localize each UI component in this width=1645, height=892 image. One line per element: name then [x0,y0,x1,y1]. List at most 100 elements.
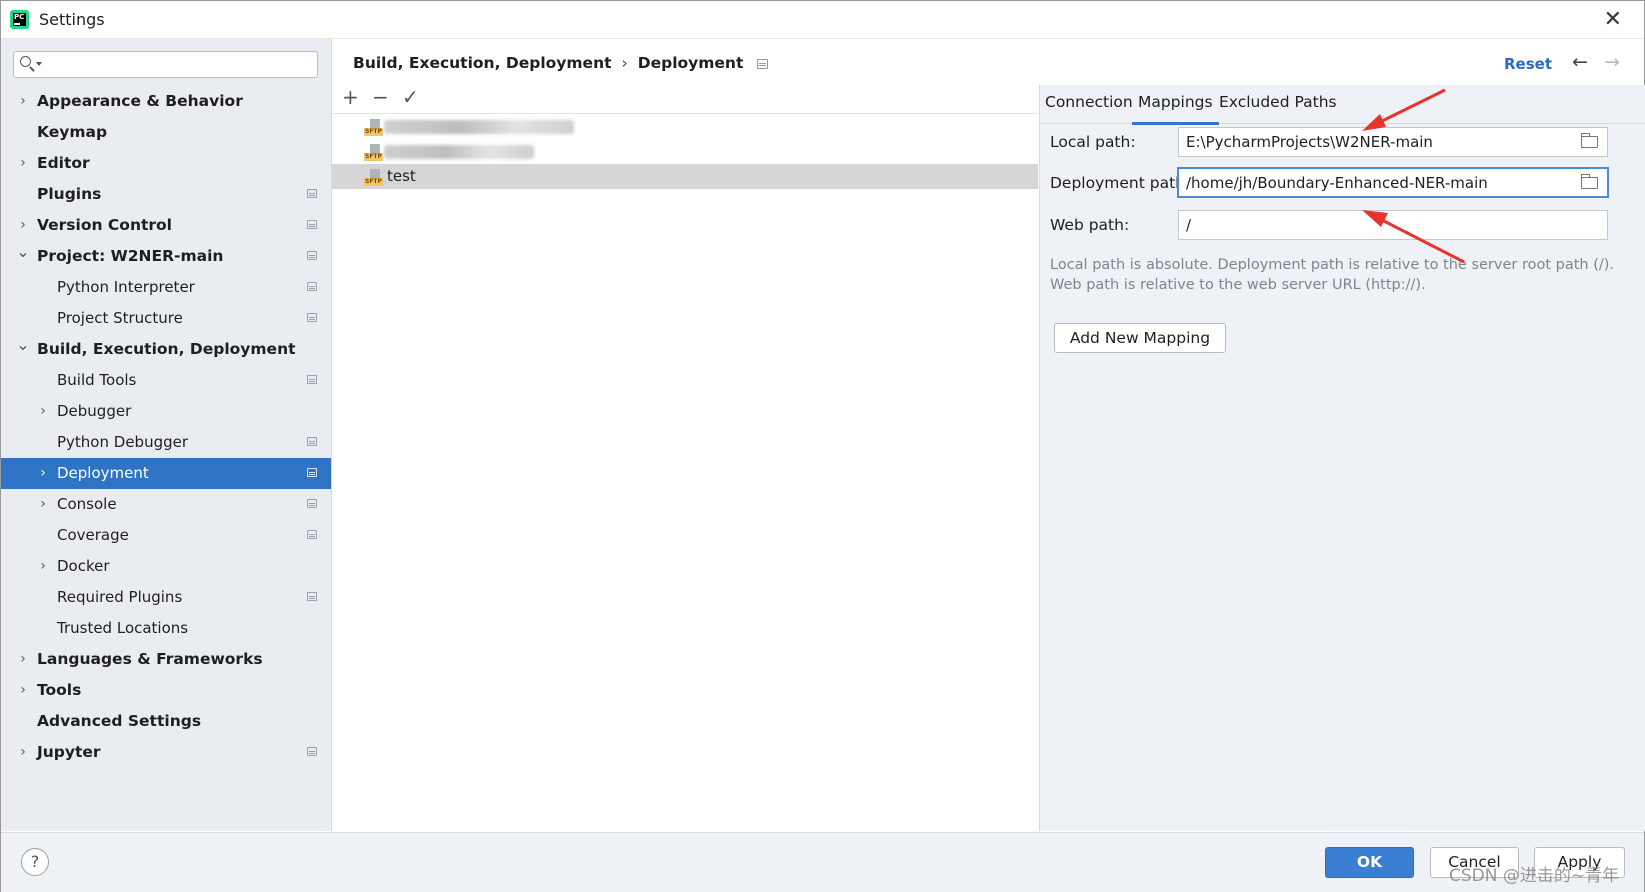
server-row[interactable]: SFTP [332,139,1038,164]
sidebar-item-appearance-behavior[interactable]: › Appearance & Behavior [1,86,331,117]
sidebar-item-label: Tools [37,681,82,699]
sidebar-item-label: Appearance & Behavior [37,92,243,110]
sidebar-item-label: Python Debugger [57,433,189,451]
local-path-field[interactable] [1178,127,1608,157]
chevron-down-icon[interactable]: ⌄ [16,236,30,267]
chevron-right-icon[interactable]: › [16,644,30,675]
server-details-panel: Connection Mappings Excluded Paths Local… [1039,85,1645,831]
search-history-caret-icon[interactable] [36,62,42,66]
chevron-right-icon[interactable]: › [16,86,30,117]
server-row[interactable]: SFTP test [332,164,1038,189]
chevron-right-icon[interactable]: › [36,551,50,582]
ok-button[interactable]: OK [1325,847,1414,878]
close-icon[interactable]: ✕ [1604,7,1622,32]
sidebar-item-advanced-settings[interactable]: Advanced Settings [1,706,331,737]
breadcrumb-parent[interactable]: Build, Execution, Deployment [353,54,612,72]
chevron-right-icon[interactable]: › [36,489,50,520]
sidebar-item-trusted-locations[interactable]: Trusted Locations [1,613,331,644]
project-scope-icon [307,189,317,198]
deployment-path-label: Deployment path: [1050,174,1191,192]
sidebar-item-python-interpreter[interactable]: Python Interpreter [1,272,331,303]
sidebar-item-label: Debugger [57,402,132,420]
arrow-left-icon[interactable]: ← [1572,51,1588,73]
set-default-server-button[interactable]: ✓ [402,85,419,109]
web-path-input[interactable] [1186,215,1566,235]
sidebar-item-deployment[interactable]: › Deployment [1,458,331,489]
sftp-server-icon: SFTP [364,168,384,186]
sidebar-item-label: Deployment [57,464,149,482]
sidebar-item-console[interactable]: › Console [1,489,331,520]
sidebar-item-tools[interactable]: › Tools [1,675,331,706]
sftp-tag: SFTP [364,128,383,136]
sftp-server-icon: SFTP [364,118,384,136]
settings-sidebar: › Appearance & Behavior Keymap › Editor Plugi… [1,39,332,831]
sidebar-item-label: Languages & Frameworks [37,650,263,668]
breadcrumb-current: Deployment [637,54,744,72]
web-path-field[interactable] [1178,210,1608,240]
chevron-down-icon[interactable]: ⌄ [16,329,30,360]
sidebar-item-label: Console [57,495,117,513]
pycharm-icon: PC [10,10,29,29]
sidebar-item-version-control[interactable]: › Version Control [1,210,331,241]
browse-folder-icon[interactable] [1581,174,1598,189]
window-title: Settings [39,10,105,29]
sidebar-item-python-debugger[interactable]: Python Debugger [1,427,331,458]
local-path-label: Local path: [1050,133,1136,151]
chevron-right-icon[interactable]: › [16,148,30,179]
browse-folder-icon[interactable] [1581,133,1598,148]
details-tabs: Connection Mappings Excluded Paths [1040,85,1645,125]
project-scope-icon [307,313,317,322]
project-scope-icon [307,220,317,229]
tab-mappings[interactable]: Mappings [1132,93,1219,125]
sidebar-item-label: Version Control [37,216,172,234]
search-input[interactable] [46,55,310,76]
csdn-watermark: CSDN @进击的~青年 [1449,866,1620,886]
sidebar-item-project-structure[interactable]: Project Structure [1,303,331,334]
sidebar-item-languages-frameworks[interactable]: › Languages & Frameworks [1,644,331,675]
sftp-server-icon: SFTP [364,143,384,161]
sidebar-item-label: Docker [57,557,110,575]
chevron-right-icon[interactable]: › [16,675,30,706]
sidebar-item-build-tools[interactable]: Build Tools [1,365,331,396]
tab-excluded-paths[interactable]: Excluded Paths [1219,93,1337,111]
sidebar-item-required-plugins[interactable]: Required Plugins [1,582,331,613]
sidebar-item-coverage[interactable]: Coverage [1,520,331,551]
chevron-right-icon[interactable]: › [36,396,50,427]
sidebar-item-debugger[interactable]: › Debugger [1,396,331,427]
sidebar-item-project-w2ner-main[interactable]: ⌄ Project: W2NER-main [1,241,331,272]
server-name: test [387,167,416,185]
deployment-path-field[interactable] [1177,167,1609,198]
chevron-right-icon[interactable]: › [16,737,30,768]
search-field[interactable] [13,51,318,78]
redacted-server-name [384,120,574,134]
help-button[interactable]: ? [21,848,49,876]
sidebar-item-docker[interactable]: › Docker [1,551,331,582]
local-path-input[interactable] [1186,132,1566,152]
breadcrumb-separator: › [621,54,628,72]
search-icon[interactable] [20,56,31,67]
project-scope-icon [307,251,317,260]
sidebar-item-editor[interactable]: › Editor [1,148,331,179]
sidebar-item-plugins[interactable]: Plugins [1,179,331,210]
sidebar-item-keymap[interactable]: Keymap [1,117,331,148]
sidebar-item-jupyter[interactable]: › Jupyter [1,737,331,768]
server-row[interactable]: SFTP [332,114,1038,139]
sidebar-item-label: Python Interpreter [57,278,195,296]
tab-connection[interactable]: Connection [1045,93,1133,111]
deployment-path-input[interactable] [1186,173,1566,193]
redacted-server-name [384,145,534,159]
reset-link[interactable]: Reset [1504,55,1552,73]
remove-server-button[interactable]: − [372,85,389,109]
server-list-toolbar: + − ✓ [332,85,1038,113]
sidebar-item-build-execution-deployment[interactable]: ⌄ Build, Execution, Deployment [1,334,331,365]
settings-window: PC Settings ✕ › Appearance & Behavior Keym… [0,0,1645,892]
path-hint-line-2: Web path is relative to the web server U… [1050,277,1426,293]
add-new-mapping-button[interactable]: Add New Mapping [1054,323,1226,353]
arrow-right-icon[interactable]: → [1604,51,1620,73]
add-server-button[interactable]: + [342,85,359,109]
sidebar-item-label: Build Tools [57,371,137,389]
chevron-right-icon[interactable]: › [36,458,50,489]
project-scope-icon [307,592,317,601]
sftp-tag: SFTP [364,178,383,186]
breadcrumb: Build, Execution, Deployment › Deployment [353,54,769,72]
